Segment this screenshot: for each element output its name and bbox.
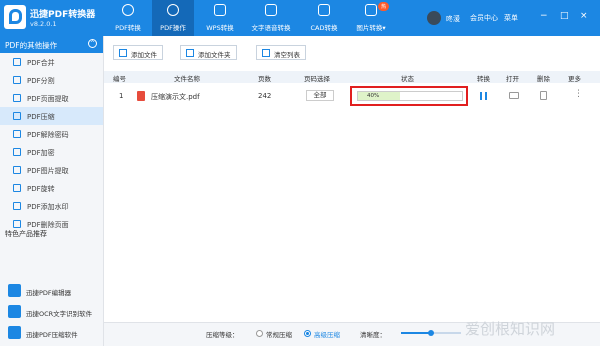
sidebar-item-image-extract[interactable]: PDF图片提取 [0,161,103,179]
col-delete: 删除 [537,75,550,83]
merge-icon [13,58,21,66]
progress-label: 40% [367,93,380,99]
vip-center-link[interactable]: 会员中心 [470,13,498,23]
pdf-editor-icon [8,284,21,297]
unlock-icon [13,130,21,138]
col-more: 更多 [568,75,581,83]
split-icon [13,76,21,84]
refresh-icon [122,4,134,16]
lock-icon [13,148,21,156]
compressor-icon [8,326,21,339]
trash-icon [262,49,270,57]
compress-icon [13,112,21,120]
gear-icon [167,4,179,16]
delete-page-icon [13,220,21,228]
app-logo [4,5,26,29]
featured-title: 特色产品推荐 [5,230,47,238]
toolbar: 添加文件 添加文件夹 清空列表 [104,36,600,66]
title-bar: 迅捷PDF转换器 v8.2.0.1 PDF转换 PDF操作 WPS转换 文字语音… [0,0,600,36]
tab-wps-convert[interactable]: WPS转换 [200,0,240,36]
folder-icon [186,49,194,57]
clarity-slider[interactable] [401,330,461,336]
image-extract-icon [13,166,21,174]
sidebar-item-watermark[interactable]: PDF添加水印 [0,197,103,215]
compress-level-label: 压缩等级： [206,331,239,339]
normal-compress-label: 常规压缩 [266,331,292,339]
product-pdf-compressor[interactable]: 迅捷PDF压缩软件 [0,324,104,342]
col-number: 编号 [113,75,126,83]
rotate-icon [13,184,21,192]
app-version: v8.2.0.1 [30,20,57,28]
col-page-select: 页码选择 [304,75,330,83]
watermark-icon [13,202,21,210]
tab-cad-convert[interactable]: CAD转换 [306,0,342,36]
high-compress-label: 高级压缩 [314,331,340,339]
status-highlight: 40% [350,86,468,106]
pdf-file-icon [137,91,145,101]
audio-icon [265,4,277,16]
col-convert: 转换 [477,75,490,83]
add-file-icon [119,49,127,57]
product-pdf-editor[interactable]: 迅捷PDF编辑器 [0,282,104,300]
extract-page-icon [13,94,21,102]
row-pages: 242 [258,92,272,100]
row-number: 1 [119,92,124,100]
maximize-button[interactable]: □ [560,12,569,21]
product-ocr[interactable]: 迅捷OCR文字识别软件 [0,303,104,321]
page-select-button[interactable]: 全部 [306,90,334,101]
tab-pdf-convert[interactable]: PDF转换 [110,0,146,36]
progress-bar: 40% [357,91,463,101]
clear-list-button[interactable]: 清空列表 [256,45,306,60]
normal-compress-radio[interactable] [256,330,263,337]
sidebar-item-split[interactable]: PDF分割 [0,71,103,89]
add-folder-button[interactable]: 添加文件夹 [180,45,237,60]
col-status: 状态 [401,75,414,83]
wps-icon [214,4,226,16]
sidebar-item-unlock[interactable]: PDF解除密码 [0,125,103,143]
col-filename: 文件名称 [174,75,200,83]
clarity-slider-knob[interactable] [428,330,434,336]
sidebar-item-compress[interactable]: PDF压缩 [0,107,103,125]
high-compress-radio[interactable] [304,330,311,337]
clarity-label: 清晰度： [360,331,386,339]
tab-text-speech[interactable]: 文字语音转换 [246,0,296,36]
menu-button[interactable]: 菜单 [504,13,518,23]
image-icon [365,4,377,16]
close-button[interactable]: × [580,12,588,21]
open-folder-icon[interactable] [509,92,519,99]
user-name[interactable]: 咚湲 [446,14,460,24]
clarity-slider-fill [401,332,431,334]
sidebar-header[interactable]: PDF的其他操作 ^ [0,36,103,53]
col-pages: 页数 [258,75,271,83]
ocr-icon [8,305,21,318]
more-icon[interactable]: ⋮ [574,89,583,99]
collapse-icon[interactable]: ^ [88,39,97,48]
row-filename: 压缩演示文.pdf [151,93,200,101]
table-header: 编号 文件名称 页数 页码选择 状态 转换 打开 删除 更多 [104,71,600,83]
hot-badge: 热 [378,2,390,11]
table-row[interactable]: 1 压缩演示文.pdf 242 全部 40% ⋮ [104,86,600,106]
avatar[interactable] [427,11,441,25]
delete-icon[interactable] [540,91,547,100]
sidebar-item-extract[interactable]: PDF页面提取 [0,89,103,107]
sidebar-item-rotate[interactable]: PDF旋转 [0,179,103,197]
add-file-button[interactable]: 添加文件 [113,45,163,60]
sidebar-item-encrypt[interactable]: PDF加密 [0,143,103,161]
watermark-text: 爱创根知识网 [465,320,556,338]
app-name: 迅捷PDF转换器 [30,10,96,20]
cad-icon [318,4,330,16]
tab-pdf-operations[interactable]: PDF操作 [152,0,194,36]
sidebar-item-merge[interactable]: PDF合并 [0,53,103,71]
minimize-button[interactable]: − [540,12,548,21]
pause-icon[interactable] [480,92,487,100]
col-open: 打开 [506,75,519,83]
